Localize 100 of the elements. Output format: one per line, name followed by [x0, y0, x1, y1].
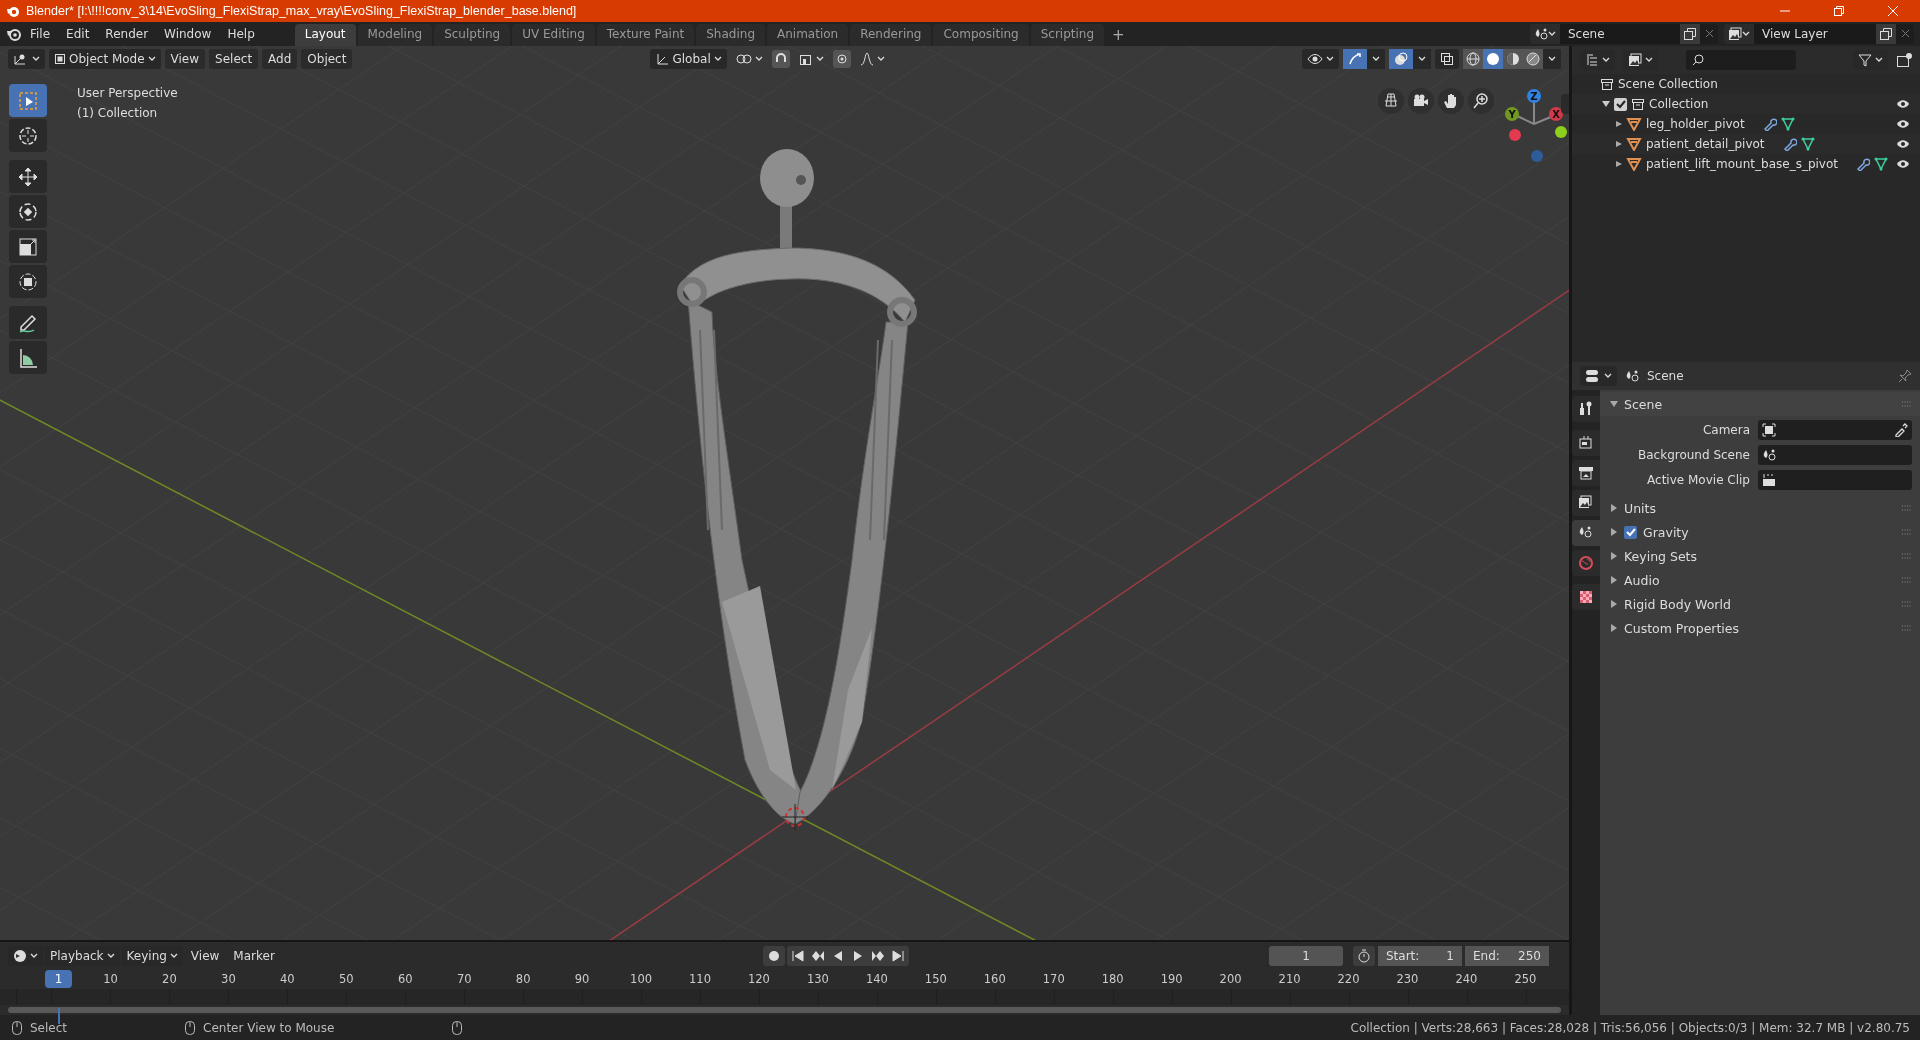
menu-item[interactable]: Help [219, 24, 263, 44]
add-workspace-button[interactable]: + [1106, 24, 1131, 46]
current-frame-field[interactable]: 1 [1269, 945, 1343, 966]
overlays-toggle[interactable] [1389, 49, 1413, 69]
drag-grip-icon[interactable] [1902, 601, 1912, 607]
tool-button[interactable] [9, 306, 47, 339]
workspace-tab[interactable]: Animation [767, 24, 849, 46]
wrench-icon[interactable] [1856, 157, 1870, 171]
menu-item[interactable]: Object [301, 49, 353, 69]
workspace-tab[interactable]: Layout [294, 24, 356, 46]
properties-tab[interactable] [1572, 460, 1600, 486]
current-frame-indicator[interactable]: 1 [45, 970, 72, 988]
workspace-tab[interactable]: UV Editing [512, 24, 595, 46]
outliner-item[interactable]: leg_holder_pivot [1646, 117, 1745, 131]
eye-icon[interactable] [1896, 159, 1910, 169]
panel-header[interactable]: Custom Properties [1600, 616, 1920, 640]
expand-arrow-icon[interactable] [1616, 120, 1622, 128]
eyedropper-icon[interactable] [1894, 423, 1908, 437]
drag-grip-icon[interactable] [1902, 577, 1912, 583]
mesh-triangle-icon[interactable] [1874, 157, 1888, 171]
gizmo-toggle[interactable] [1343, 49, 1367, 69]
mesh-triangle-icon[interactable] [1780, 117, 1795, 131]
menu-item[interactable]: Add [262, 49, 298, 69]
menu-dropdown[interactable]: Keying [121, 945, 183, 966]
negative-axis-handle[interactable] [1509, 129, 1521, 141]
new-collection-icon[interactable] [1896, 52, 1912, 68]
panel-header[interactable]: Gravity [1600, 520, 1920, 544]
properties-tab[interactable] [1572, 584, 1600, 610]
workspace-tab[interactable]: Texture Paint [596, 24, 695, 46]
drag-grip-icon[interactable] [1902, 401, 1912, 407]
tool-button[interactable] [9, 230, 47, 263]
shading-mode-button[interactable] [1483, 49, 1503, 69]
overlays-dropdown[interactable] [1413, 49, 1431, 69]
zoom-button[interactable] [1468, 88, 1494, 114]
drag-grip-icon[interactable] [1902, 553, 1912, 559]
axis-handle[interactable]: Y [1505, 107, 1519, 121]
tool-button[interactable] [9, 119, 47, 152]
shading-mode-button[interactable] [1463, 49, 1483, 69]
outliner-item[interactable]: Scene Collection [1618, 77, 1718, 91]
checkbox[interactable] [1624, 525, 1637, 539]
tool-button[interactable] [9, 341, 47, 374]
outliner-item[interactable]: patient_lift_mount_base_s_pivot [1646, 157, 1838, 171]
mode-dropdown[interactable]: Object Mode [49, 49, 161, 69]
shading-dropdown[interactable] [1543, 49, 1561, 69]
view-layer-type-button[interactable] [1724, 24, 1754, 44]
outliner-item[interactable]: Collection [1649, 97, 1709, 111]
camera-button[interactable] [1408, 88, 1434, 114]
menu-dropdown[interactable]: Playback [45, 945, 120, 966]
workspace-tab[interactable]: Rendering [850, 24, 932, 46]
jump-end-icon[interactable] [890, 948, 905, 963]
pin-icon[interactable] [1898, 369, 1912, 383]
tool-button[interactable] [9, 265, 47, 298]
hand-button[interactable] [1438, 88, 1464, 114]
editor-type-button[interactable] [8, 49, 45, 69]
checkbox[interactable] [1614, 97, 1627, 111]
menu-item[interactable]: Marker [227, 945, 281, 966]
grid-perspective-button[interactable] [1378, 88, 1404, 114]
workspace-tab[interactable]: Sculpting [434, 24, 511, 46]
drag-grip-icon[interactable] [1902, 529, 1912, 535]
panel-header[interactable]: Units [1600, 496, 1920, 520]
wrench-icon[interactable] [1762, 117, 1777, 131]
menu-item[interactable]: Window [156, 24, 220, 44]
wrench-icon[interactable] [1782, 137, 1797, 151]
panel-header[interactable]: Rigid Body World [1600, 592, 1920, 616]
start-frame-field[interactable]: Start: 1 [1378, 945, 1462, 966]
menu-item[interactable]: File [22, 24, 59, 44]
axis-handle[interactable]: Z [1527, 89, 1541, 103]
panel-header[interactable]: Scene [1600, 392, 1920, 416]
object-field[interactable] [1758, 445, 1912, 465]
panel-header[interactable]: Audio [1600, 568, 1920, 592]
scene-type-button[interactable] [1530, 24, 1560, 44]
eye-icon[interactable] [1896, 99, 1910, 109]
record-button[interactable] [762, 945, 785, 966]
scrollbar[interactable] [8, 1007, 1561, 1013]
restore-icon[interactable] [1834, 6, 1844, 16]
axis-handle[interactable]: X [1549, 107, 1563, 121]
tool-button[interactable] [9, 195, 47, 228]
duplicate-button[interactable] [1876, 24, 1896, 44]
properties-tab[interactable] [1572, 520, 1600, 546]
shading-mode-button[interactable] [1523, 49, 1543, 69]
panel-header[interactable]: Keying Sets [1600, 544, 1920, 568]
outliner-item[interactable]: patient_detail_pivot [1646, 137, 1765, 151]
drag-grip-icon[interactable] [1902, 505, 1912, 511]
visibility-dropdown[interactable] [1302, 49, 1339, 69]
search-field[interactable] [1686, 50, 1796, 70]
properties-tab[interactable] [1572, 490, 1600, 516]
blender-logo-icon[interactable] [6, 26, 22, 42]
duplicate-button[interactable] [1680, 24, 1700, 44]
expand-arrow-icon[interactable] [1616, 140, 1622, 148]
editor-type-button[interactable] [1580, 366, 1617, 386]
jump-start-icon[interactable] [790, 948, 805, 963]
xray-toggle[interactable] [1435, 49, 1459, 69]
proportional-edit-icon[interactable] [832, 50, 851, 68]
object-field[interactable] [1758, 470, 1912, 490]
snap-magnet-icon[interactable] [771, 50, 790, 68]
orientation-dropdown[interactable]: Global [650, 49, 727, 69]
negative-axis-handle[interactable] [1555, 126, 1567, 138]
menu-item[interactable]: Edit [58, 24, 98, 44]
properties-tab[interactable] [1572, 430, 1600, 456]
properties-tab[interactable] [1572, 396, 1600, 422]
